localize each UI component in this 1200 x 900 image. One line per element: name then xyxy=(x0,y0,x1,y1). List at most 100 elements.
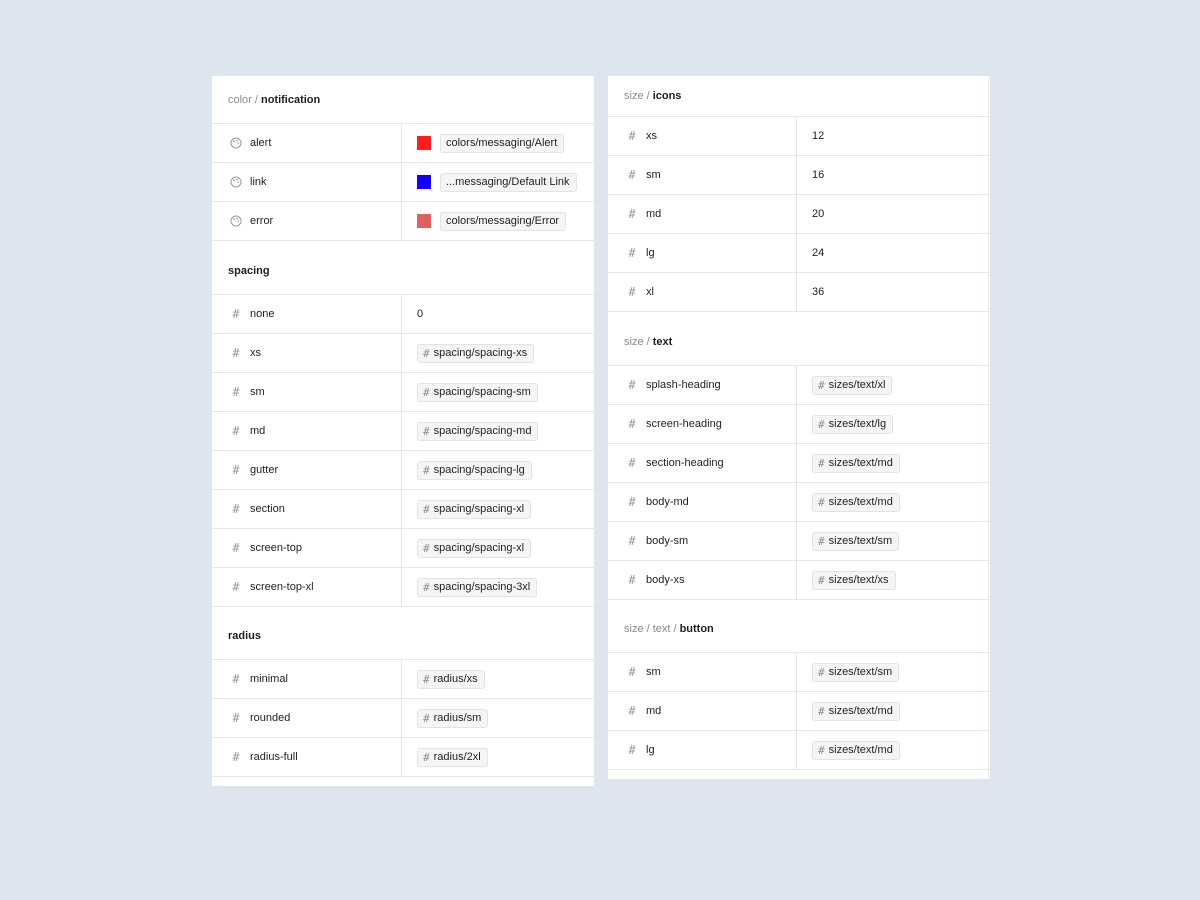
token-value-cell[interactable]: 16 xyxy=(797,156,990,194)
hash-icon: # xyxy=(232,307,240,321)
alias-chip-label: sizes/text/md xyxy=(828,705,893,717)
token-row-icon-lg[interactable]: # lg 24 xyxy=(608,234,990,273)
token-row-screen-heading[interactable]: # screen-heading # sizes/text/lg xyxy=(608,405,990,444)
token-value[interactable]: 12 xyxy=(812,130,824,142)
token-row-button-lg[interactable]: # lg # sizes/text/md xyxy=(608,731,990,770)
token-panel-right: size / icons # xs 12 # sm 16 # md 20 # l… xyxy=(608,76,990,779)
hash-icon: # xyxy=(818,704,825,718)
token-value[interactable]: 16 xyxy=(812,169,824,181)
token-row-icon-sm[interactable]: # sm 16 xyxy=(608,156,990,195)
token-value-cell[interactable]: # radius/xs xyxy=(402,660,594,698)
token-value-cell[interactable]: # sizes/text/md xyxy=(797,731,990,769)
token-name-cell: # sm xyxy=(608,156,797,194)
token-row-gutter[interactable]: # gutter # spacing/spacing-lg xyxy=(212,451,594,490)
token-value-cell[interactable]: # spacing/spacing-xs xyxy=(402,334,594,372)
alias-chip[interactable]: colors/messaging/Alert xyxy=(440,133,565,153)
token-row-rounded[interactable]: # rounded # radius/sm xyxy=(212,699,594,738)
token-value-cell[interactable]: colors/messaging/Alert xyxy=(402,124,594,162)
token-value-cell[interactable]: # sizes/text/sm xyxy=(797,522,990,560)
token-name-cell: # xl xyxy=(608,273,797,311)
alias-chip[interactable]: # spacing/spacing-xs xyxy=(417,343,535,363)
token-value[interactable]: 0 xyxy=(417,308,423,320)
group-header-button: size / text / button xyxy=(608,600,990,653)
token-row-icon-md[interactable]: # md 20 xyxy=(608,195,990,234)
token-row-xs[interactable]: # xs # spacing/spacing-xs xyxy=(212,334,594,373)
token-value-cell[interactable]: # spacing/spacing-xl xyxy=(402,529,594,567)
token-value-cell[interactable]: # sizes/text/md xyxy=(797,483,990,521)
token-row-body-md[interactable]: # body-md # sizes/text/md xyxy=(608,483,990,522)
hash-icon: # xyxy=(628,495,636,509)
hash-icon: # xyxy=(818,573,825,587)
token-value-cell[interactable]: 24 xyxy=(797,234,990,272)
hash-icon: # xyxy=(628,168,636,182)
token-row-md[interactable]: # md # spacing/spacing-md xyxy=(212,412,594,451)
token-value-cell[interactable]: # sizes/text/md xyxy=(797,692,990,730)
alias-chip[interactable]: # spacing/spacing-sm xyxy=(417,382,538,402)
token-row-alert[interactable]: alert colors/messaging/Alert xyxy=(212,124,594,163)
alias-chip[interactable]: # sizes/text/sm xyxy=(812,531,900,551)
token-value-cell[interactable]: # spacing/spacing-lg xyxy=(402,451,594,489)
token-value-cell[interactable]: ...messaging/Default Link xyxy=(402,163,594,201)
token-row-section[interactable]: # section # spacing/spacing-xl xyxy=(212,490,594,529)
token-value-cell[interactable]: 0 xyxy=(402,295,594,333)
token-value-cell[interactable]: # sizes/text/md xyxy=(797,444,990,482)
alias-chip[interactable]: colors/messaging/Error xyxy=(440,211,567,231)
token-value-cell[interactable]: # radius/sm xyxy=(402,699,594,737)
token-value-cell[interactable]: 36 xyxy=(797,273,990,311)
token-value-cell[interactable]: # spacing/spacing-sm xyxy=(402,373,594,411)
token-row-button-md[interactable]: # md # sizes/text/md xyxy=(608,692,990,731)
token-value-cell[interactable]: # sizes/text/xs xyxy=(797,561,990,599)
alias-chip[interactable]: # sizes/text/xs xyxy=(812,570,896,590)
token-row-link[interactable]: link ...messaging/Default Link xyxy=(212,163,594,202)
alias-chip[interactable]: # spacing/spacing-md xyxy=(417,421,539,441)
alias-chip[interactable]: ...messaging/Default Link xyxy=(440,172,577,192)
alias-chip[interactable]: # sizes/text/md xyxy=(812,492,900,512)
token-value-cell[interactable]: # sizes/text/lg xyxy=(797,405,990,443)
token-row-radius-full[interactable]: # radius-full # radius/2xl xyxy=(212,738,594,777)
token-value-cell[interactable]: # sizes/text/xl xyxy=(797,366,990,404)
alias-chip[interactable]: # sizes/text/xl xyxy=(812,375,893,395)
token-value-cell[interactable]: # spacing/spacing-3xl xyxy=(402,568,594,606)
token-value-cell[interactable]: # sizes/text/sm xyxy=(797,653,990,691)
alias-chip-label: ...messaging/Default Link xyxy=(446,176,570,188)
alias-chip[interactable]: # radius/xs xyxy=(417,669,485,689)
token-row-none[interactable]: # none 0 xyxy=(212,295,594,334)
token-row-error[interactable]: error colors/messaging/Error xyxy=(212,202,594,241)
alias-chip[interactable]: # sizes/text/lg xyxy=(812,414,894,434)
alias-chip[interactable]: # spacing/spacing-xl xyxy=(417,499,532,519)
token-value[interactable]: 24 xyxy=(812,247,824,259)
hash-icon: # xyxy=(818,417,825,431)
alias-chip[interactable]: # sizes/text/md xyxy=(812,740,900,760)
token-label: lg xyxy=(646,247,655,259)
token-value-cell[interactable]: 20 xyxy=(797,195,990,233)
alias-chip[interactable]: # radius/2xl xyxy=(417,747,488,767)
token-row-button-sm[interactable]: # sm # sizes/text/sm xyxy=(608,653,990,692)
token-row-screen-top[interactable]: # screen-top # spacing/spacing-xl xyxy=(212,529,594,568)
alias-chip[interactable]: # radius/sm xyxy=(417,708,489,728)
alias-chip[interactable]: # spacing/spacing-3xl xyxy=(417,577,538,597)
token-row-icon-xs[interactable]: # xs 12 xyxy=(608,117,990,156)
token-row-sm[interactable]: # sm # spacing/spacing-sm xyxy=(212,373,594,412)
token-row-body-sm[interactable]: # body-sm # sizes/text/sm xyxy=(608,522,990,561)
token-label: section-heading xyxy=(646,457,724,469)
token-row-minimal[interactable]: # minimal # radius/xs xyxy=(212,660,594,699)
alias-chip[interactable]: # sizes/text/sm xyxy=(812,662,900,682)
token-value[interactable]: 36 xyxy=(812,286,824,298)
alias-chip[interactable]: # sizes/text/md xyxy=(812,453,900,473)
token-value[interactable]: 20 xyxy=(812,208,824,220)
token-row-section-heading[interactable]: # section-heading # sizes/text/md xyxy=(608,444,990,483)
token-value-cell[interactable]: colors/messaging/Error xyxy=(402,202,594,240)
token-row-icon-xl[interactable]: # xl 36 xyxy=(608,273,990,312)
token-value-cell[interactable]: # spacing/spacing-xl xyxy=(402,490,594,528)
group-name: notification xyxy=(260,93,321,106)
token-value-cell[interactable]: # radius/2xl xyxy=(402,738,594,776)
token-value-cell[interactable]: 12 xyxy=(797,117,990,155)
token-row-body-xs[interactable]: # body-xs # sizes/text/xs xyxy=(608,561,990,600)
alias-chip[interactable]: # spacing/spacing-xl xyxy=(417,538,532,558)
token-row-screen-top-xl[interactable]: # screen-top-xl # spacing/spacing-3xl xyxy=(212,568,594,607)
token-value-cell[interactable]: # spacing/spacing-md xyxy=(402,412,594,450)
token-row-splash-heading[interactable]: # splash-heading # sizes/text/xl xyxy=(608,366,990,405)
token-name-cell: # lg xyxy=(608,731,797,769)
alias-chip[interactable]: # sizes/text/md xyxy=(812,701,900,721)
alias-chip[interactable]: # spacing/spacing-lg xyxy=(417,460,532,480)
